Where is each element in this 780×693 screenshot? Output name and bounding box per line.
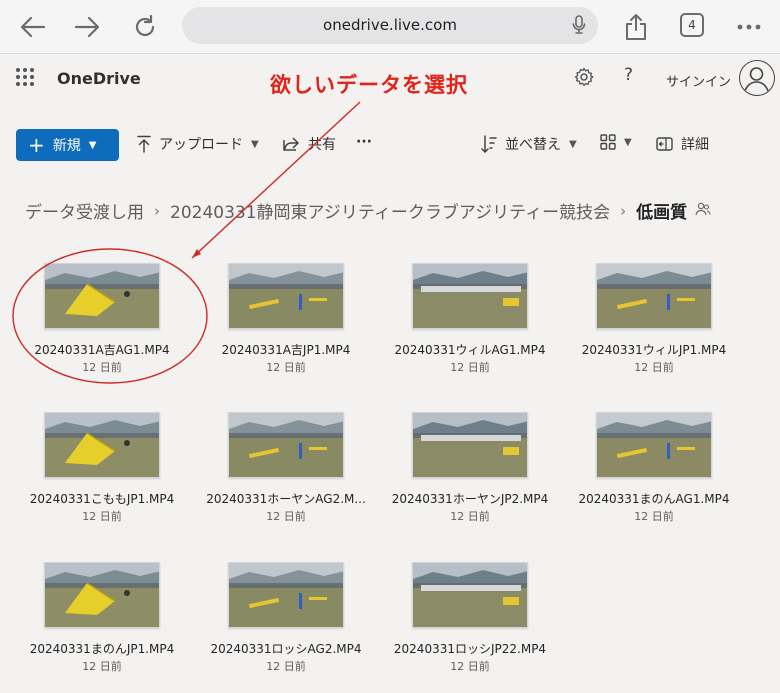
video-thumbnail[interactable] [228, 263, 344, 329]
file-tile[interactable]: 20240331A吉JP1.MP4 12 日前 [201, 263, 371, 383]
file-modified: 12 日前 [82, 361, 122, 374]
command-bar: + 新規 ▼ アップロード ▼ 共有 ··· 並べ替え ▼ ▼ 詳細 [0, 120, 780, 170]
file-name[interactable]: 20240331まのんJP1.MP4 [17, 640, 187, 657]
share-button[interactable]: 共有 [283, 134, 336, 154]
file-name[interactable]: 20240331ホーヤンJP2.MP4 [385, 490, 555, 507]
share-label: 共有 [308, 137, 336, 153]
details-label: 詳細 [681, 137, 709, 153]
file-tile[interactable]: 20240331まのんAG1.MP4 12 日前 [569, 412, 739, 532]
file-tile[interactable]: 20240331ホーヤンJP2.MP4 12 日前 [385, 412, 555, 532]
annotation-label: 欲しいデータを選択 [270, 73, 468, 97]
chevron-down-icon: ▼ [624, 136, 632, 148]
file-name[interactable]: 20240331ロッシJP22.MP4 [385, 640, 555, 657]
upload-button[interactable]: アップロード ▼ [137, 134, 259, 154]
annotation-arrowhead [192, 249, 201, 258]
breadcrumb-item[interactable]: 20240331静岡東アジリティークラブアジリティー競技会 [170, 198, 610, 223]
video-thumbnail[interactable] [44, 412, 160, 478]
grid-view-icon [600, 134, 616, 150]
more-commands-button[interactable]: ··· [356, 134, 372, 150]
breadcrumb: データ受渡し用 › 20240331静岡東アジリティークラブアジリティー競技会 … [25, 198, 711, 223]
file-tile[interactable]: 20240331ウィルJP1.MP4 12 日前 [569, 263, 739, 383]
details-button[interactable]: 詳細 [656, 134, 709, 154]
back-icon[interactable] [16, 10, 50, 44]
file-tile[interactable]: 20240331ウィルAG1.MP4 12 日前 [385, 263, 555, 383]
share-arrow-icon [283, 137, 299, 151]
reload-icon[interactable] [128, 10, 162, 44]
sort-button[interactable]: 並べ替え ▼ [481, 134, 577, 154]
video-thumbnail[interactable] [412, 562, 528, 628]
video-thumbnail[interactable] [228, 412, 344, 478]
address-bar[interactable]: onedrive.live.com [182, 7, 598, 44]
file-modified: 12 日前 [82, 510, 122, 523]
tabs-icon[interactable]: 4 [680, 13, 704, 37]
file-name[interactable]: 20240331ロッシAG2.MP4 [201, 640, 371, 657]
chevron-right-icon: › [620, 201, 627, 220]
file-name[interactable]: 20240331A吉AG1.MP4 [17, 341, 187, 358]
video-thumbnail[interactable] [228, 562, 344, 628]
chevron-down-icon: ▼ [88, 139, 97, 151]
signin-link[interactable]: サインイン [666, 71, 731, 90]
file-modified: 12 日前 [450, 361, 490, 374]
file-modified: 12 日前 [450, 510, 490, 523]
more-icon[interactable] [732, 10, 766, 44]
avatar[interactable] [739, 60, 775, 96]
breadcrumb-current: 低画質 [636, 203, 688, 223]
file-tile[interactable]: 20240331ロッシAG2.MP4 12 日前 [201, 562, 371, 682]
mic-icon[interactable] [572, 15, 586, 39]
video-thumbnail[interactable] [596, 263, 712, 329]
browser-toolbar: onedrive.live.com 4 [0, 0, 780, 54]
forward-icon[interactable] [70, 10, 104, 44]
url-text: onedrive.live.com [323, 16, 457, 34]
chevron-down-icon: ▼ [569, 138, 577, 150]
file-name[interactable]: 20240331ウィルAG1.MP4 [385, 341, 555, 358]
file-modified: 12 日前 [266, 660, 306, 673]
chevron-right-icon: › [154, 201, 160, 220]
view-button[interactable]: ▼ [600, 134, 632, 150]
file-modified: 12 日前 [634, 361, 674, 374]
upload-icon [137, 135, 151, 153]
file-name[interactable]: 20240331こももJP1.MP4 [17, 490, 187, 507]
breadcrumb-item[interactable]: データ受渡し用 [25, 198, 144, 223]
file-name[interactable]: 20240331ウィルJP1.MP4 [569, 341, 739, 358]
app-header: OneDrive 欲しいデータを選択 ? サインイン [0, 55, 780, 105]
sort-label: 並べ替え [505, 137, 561, 153]
new-button-label: 新規 [52, 138, 81, 154]
video-thumbnail[interactable] [596, 412, 712, 478]
app-launcher-icon[interactable] [16, 68, 34, 86]
upload-label: アップロード [159, 137, 243, 153]
shared-people-icon [695, 201, 711, 221]
file-modified: 12 日前 [266, 510, 306, 523]
gear-icon[interactable] [574, 67, 594, 91]
video-thumbnail[interactable] [44, 263, 160, 329]
file-modified: 12 日前 [634, 510, 674, 523]
file-modified: 12 日前 [82, 660, 122, 673]
details-pane-icon [656, 137, 673, 151]
file-tile[interactable]: 20240331ロッシJP22.MP4 12 日前 [385, 562, 555, 682]
file-tile[interactable]: 20240331こももJP1.MP4 12 日前 [17, 412, 187, 532]
file-tile[interactable]: 20240331A吉AG1.MP4 12 日前 [17, 263, 187, 383]
file-name[interactable]: 20240331A吉JP1.MP4 [201, 341, 371, 358]
video-thumbnail[interactable] [412, 412, 528, 478]
chevron-down-icon: ▼ [251, 138, 259, 150]
sort-icon [481, 135, 497, 153]
app-brand[interactable]: OneDrive [57, 69, 141, 88]
file-name[interactable]: 20240331まのんAG1.MP4 [569, 490, 739, 507]
file-modified: 12 日前 [266, 361, 306, 374]
share-icon[interactable] [619, 10, 653, 44]
file-modified: 12 日前 [450, 660, 490, 673]
plus-icon: + [28, 133, 45, 157]
new-button[interactable]: + 新規 ▼ [16, 129, 119, 161]
help-icon[interactable]: ? [624, 65, 633, 85]
file-tile[interactable]: 20240331まのんJP1.MP4 12 日前 [17, 562, 187, 682]
file-tile[interactable]: 20240331ホーヤンAG2.M... 12 日前 [201, 412, 371, 532]
video-thumbnail[interactable] [44, 562, 160, 628]
video-thumbnail[interactable] [412, 263, 528, 329]
file-name[interactable]: 20240331ホーヤンAG2.M... [201, 490, 371, 507]
